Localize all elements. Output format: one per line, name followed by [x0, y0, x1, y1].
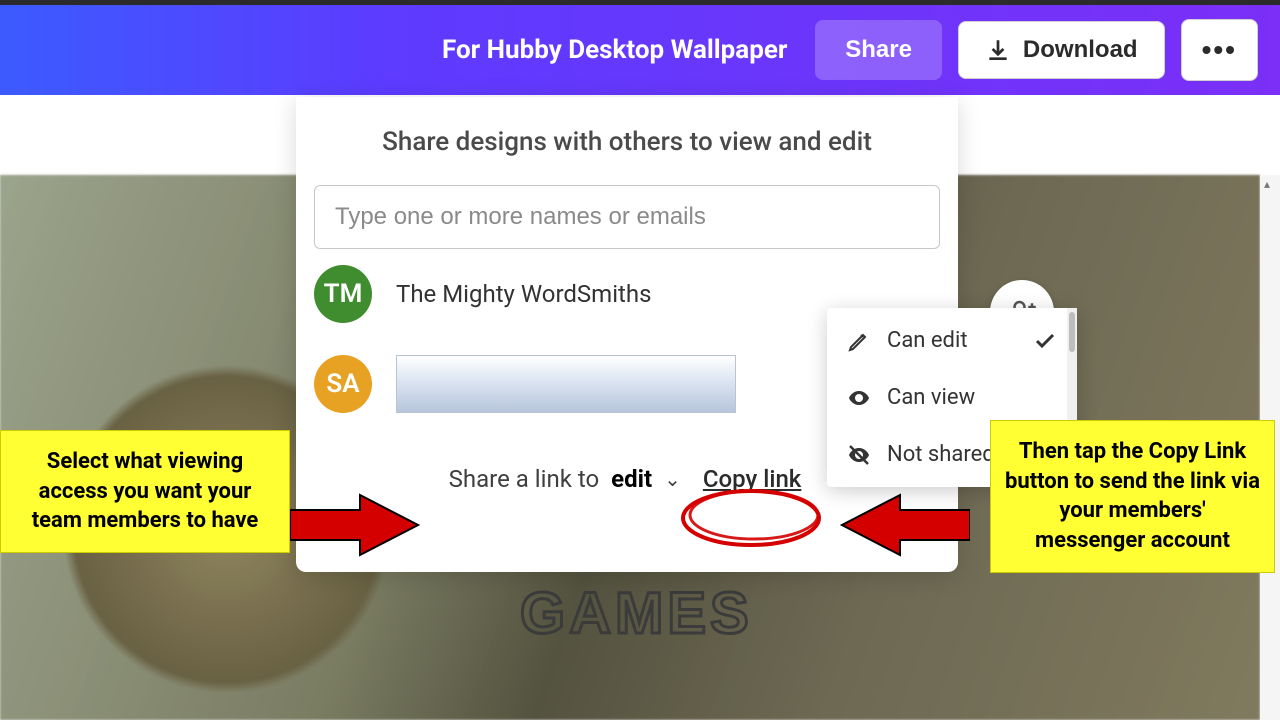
download-icon [985, 37, 1011, 63]
eye-off-icon [847, 443, 871, 467]
document-title[interactable]: For Hubby Desktop Wallpaper [442, 35, 787, 65]
permission-label: Not shared [887, 442, 995, 467]
annotation-circle [676, 485, 826, 551]
annotation-callout-right: Then tap the Copy Link button to send th… [990, 420, 1275, 573]
share-link-prefix: Share a link to [449, 465, 599, 493]
more-button[interactable]: ••• [1181, 19, 1258, 81]
canvas-stamp-text: GAMES [520, 580, 753, 647]
permission-label: Can view [887, 385, 975, 410]
annotation-arrow-right-icon [290, 490, 420, 560]
eye-icon [847, 386, 871, 410]
pencil-icon [847, 329, 871, 353]
annotation-arrow-left-icon [840, 490, 970, 560]
download-label: Download [1023, 36, 1138, 64]
permission-label: Can edit [887, 328, 968, 353]
annotation-callout-left: Select what viewing access you want your… [0, 430, 290, 553]
permission-option-view[interactable]: Can view [827, 369, 1077, 426]
member-name: The Mighty WordSmiths [396, 280, 652, 308]
avatar: TM [314, 265, 372, 323]
share-button[interactable]: Share [815, 20, 942, 80]
app-header: For Hubby Desktop Wallpaper Share Downlo… [0, 5, 1280, 95]
permission-option-edit[interactable]: Can edit [827, 312, 1077, 369]
avatar: SA [314, 355, 372, 413]
share-panel-title: Share designs with others to view and ed… [304, 127, 950, 157]
share-name-input[interactable] [314, 185, 940, 249]
download-button[interactable]: Download [958, 21, 1165, 79]
check-icon [1033, 329, 1057, 353]
share-link-mode[interactable]: edit [611, 465, 652, 493]
member-name-redacted [396, 355, 736, 413]
